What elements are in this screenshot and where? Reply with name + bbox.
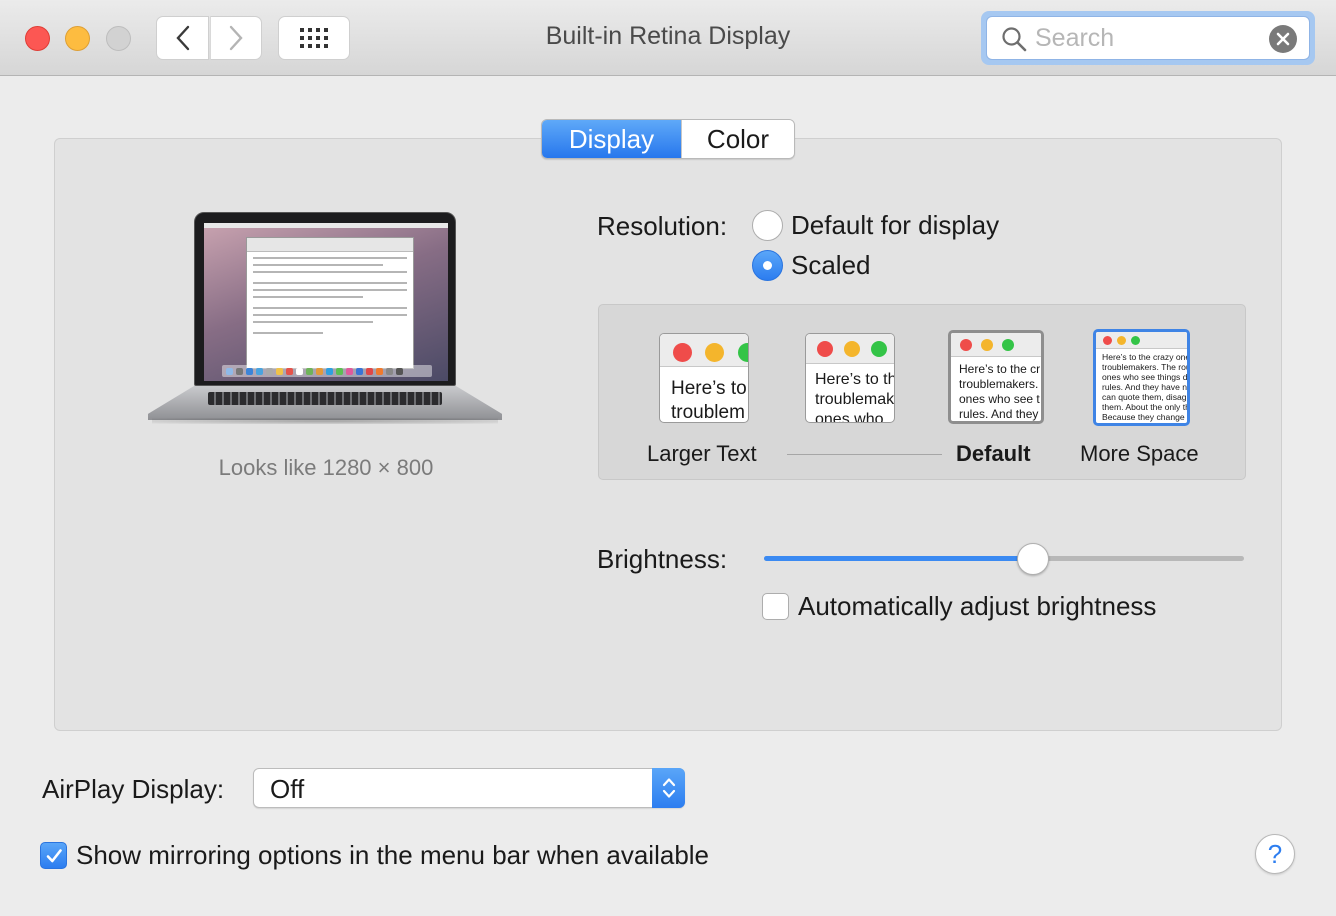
close-window-button[interactable] <box>25 26 50 51</box>
scale-option-more-space[interactable]: Here’s to the crazy one troublemakers. T… <box>1093 329 1190 426</box>
radio-scaled[interactable]: Scaled <box>752 250 871 281</box>
radio-label: Default for display <box>791 210 1000 240</box>
airplay-popup-button[interactable]: Off <box>253 768 685 808</box>
search-input[interactable] <box>1035 22 1265 54</box>
tab-color[interactable]: Color <box>681 120 794 158</box>
sample-text: Here’s to the crazy one troublemakers. T… <box>1102 352 1187 422</box>
resolution-description: Looks like 1280 × 800 <box>218 455 434 480</box>
search-icon <box>1002 27 1027 52</box>
checkmark-icon <box>46 848 62 862</box>
radio-label: Scaled <box>791 250 871 280</box>
chevron-left-icon <box>175 25 189 51</box>
laptop-lid <box>194 212 456 386</box>
chevron-right-icon <box>229 25 243 51</box>
show-all-button[interactable] <box>278 16 350 60</box>
tab-display[interactable]: Display <box>542 120 681 158</box>
brightness-slider-fill <box>764 556 1033 561</box>
scale-option-2[interactable]: Here’s to th troublemak ones who <box>805 333 895 423</box>
laptop-preview-image <box>148 212 502 427</box>
help-button[interactable]: ? <box>1255 834 1295 874</box>
laptop-screen <box>204 223 448 381</box>
back-button[interactable] <box>156 16 209 60</box>
title-bar: Built-in Retina Display <box>0 0 1336 76</box>
sample-text: Here’s to the cr troublemakers. ones who… <box>959 362 1041 421</box>
radio-button-selected[interactable] <box>752 250 783 281</box>
radio-default-for-display[interactable]: Default for display <box>752 210 999 241</box>
show-mirroring-checkbox[interactable]: Show mirroring options in the menu bar w… <box>40 840 709 871</box>
brightness-label: Brightness: <box>597 544 728 574</box>
scale-label-more-space: More Space <box>1080 441 1199 466</box>
forward-button[interactable] <box>210 16 262 60</box>
clear-search-button[interactable] <box>1269 25 1297 53</box>
zoom-window-button <box>106 26 131 51</box>
airplay-selected-value: Off <box>270 774 305 804</box>
search-field-focus-ring <box>981 11 1315 65</box>
brightness-slider-knob[interactable] <box>1016 543 1049 575</box>
scale-label-default: Default <box>956 441 1031 466</box>
minimize-window-button[interactable] <box>65 26 90 51</box>
resolution-label: Resolution: <box>597 211 728 241</box>
checkbox-label: Show mirroring options in the menu bar w… <box>76 840 710 870</box>
scale-label-larger-text: Larger Text <box>647 441 757 466</box>
airplay-label: AirPlay Display: <box>42 774 225 804</box>
search-field[interactable] <box>986 16 1310 60</box>
question-mark-icon: ? <box>1267 838 1283 869</box>
checkbox-checked[interactable] <box>40 842 67 869</box>
close-icon <box>1276 32 1290 46</box>
document-window-thumbnail <box>246 237 414 369</box>
dock-thumbnail <box>222 365 432 377</box>
sample-text: Here’s to th troublemak ones who <box>815 371 894 423</box>
scale-divider <box>787 454 942 455</box>
scale-option-default[interactable]: Here’s to the cr troublemakers. ones who… <box>948 330 1044 424</box>
scale-option-larger-text[interactable]: Here’s to troublem <box>659 333 749 423</box>
laptop-keyboard <box>208 392 442 405</box>
tab-bar: Display Color <box>541 119 795 159</box>
brightness-slider-track[interactable] <box>764 556 1244 561</box>
checkbox[interactable] <box>762 593 789 620</box>
popup-arrows[interactable] <box>652 768 685 808</box>
radio-button[interactable] <box>752 210 783 241</box>
grid-icon <box>300 28 328 48</box>
window-title: Built-in Retina Display <box>545 22 791 50</box>
auto-brightness-checkbox[interactable]: Automatically adjust brightness <box>762 591 1156 622</box>
sample-text: Here’s to troublem <box>671 378 747 423</box>
up-down-chevron-icon <box>662 778 675 798</box>
checkbox-label: Automatically adjust brightness <box>798 591 1157 621</box>
